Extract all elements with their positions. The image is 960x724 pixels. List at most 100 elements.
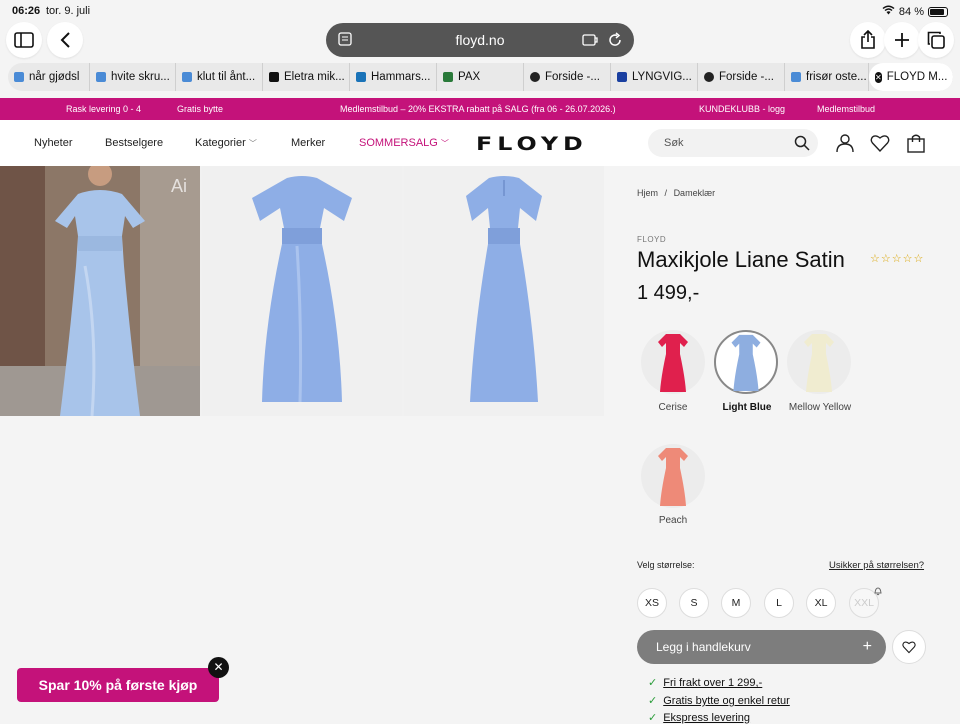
usp-item[interactable]: ✓ Fri frakt over 1 299,- <box>648 676 762 689</box>
heart-icon[interactable] <box>870 133 890 153</box>
favicon-icon <box>14 72 24 82</box>
tab-label: klut til ånt... <box>197 71 256 83</box>
breadcrumb-home[interactable]: Hjem <box>637 188 658 198</box>
tab[interactable]: Eletra mik... <box>263 63 350 91</box>
checkmark-icon: ✓ <box>648 677 658 689</box>
tab-label: Eletra mik... <box>284 71 345 83</box>
product-title: Maxikjole Liane Satin <box>637 247 845 272</box>
product-photo-back[interactable] <box>404 166 604 416</box>
breadcrumb: Hjem / Dameklær <box>637 188 715 198</box>
tab-label: FLOYD M... <box>886 71 948 83</box>
url-text: floyd.no <box>455 32 505 48</box>
tab[interactable]: LYNGVIG... <box>611 63 698 91</box>
tab-active[interactable]: ✕ FLOYD M... <box>869 63 953 91</box>
color-swatch-cerise[interactable] <box>641 330 705 394</box>
tab[interactable]: når gjødsl <box>8 63 90 91</box>
share-icon[interactable] <box>850 22 886 58</box>
back-button[interactable] <box>47 22 83 58</box>
color-swatch-light-blue[interactable] <box>714 330 778 394</box>
nav-item-label: SOMMERSALG <box>359 137 438 149</box>
address-bar[interactable]: floyd.no <box>326 23 634 57</box>
favicon-icon <box>269 72 279 82</box>
tab[interactable]: Hammars... <box>350 63 437 91</box>
model-photo[interactable]: Ai <box>0 166 200 416</box>
nav-item-merker[interactable]: Merker <box>291 137 325 149</box>
peach-dress-image <box>658 448 688 506</box>
reload-icon[interactable] <box>607 32 623 48</box>
product-photo-front[interactable] <box>202 166 402 416</box>
breadcrumb-category[interactable]: Dameklær <box>674 188 716 198</box>
product-price: 1 499,- <box>637 282 700 304</box>
account-icon[interactable] <box>835 133 855 153</box>
promo-exchange: Gratis bytte <box>177 104 224 114</box>
tab-label: frisør oste... <box>806 71 867 83</box>
add-to-cart-button[interactable]: Legg i handlekurv + <box>637 630 886 664</box>
reader-icon[interactable] <box>338 32 352 46</box>
promo-delivery: Rask levering 0 - 4 <box>66 104 142 114</box>
checkmark-icon: ✓ <box>648 695 658 707</box>
tab[interactable]: PAX <box>437 63 524 91</box>
usp-text: Ekspress levering <box>663 712 751 724</box>
close-icon[interactable]: ✕ <box>208 657 229 678</box>
chevron-down-icon: ﹀ <box>248 139 257 148</box>
size-option-m[interactable]: M <box>721 588 751 618</box>
rating-stars[interactable]: ☆☆☆☆☆ <box>870 252 924 265</box>
size-help-link[interactable]: Usikker på størrelsen? <box>829 560 924 571</box>
tab[interactable]: Forside -... <box>698 63 785 91</box>
favicon-icon <box>791 72 801 82</box>
tab[interactable]: frisør oste... <box>785 63 869 91</box>
usp-item[interactable]: ✓ Ekspress levering <box>648 711 750 724</box>
nav-item-label: Kategorier <box>195 137 246 149</box>
cart-icon[interactable] <box>906 133 926 153</box>
sidebar-toggle-icon[interactable] <box>6 22 42 58</box>
status-date: tor. 9. juli <box>46 5 91 17</box>
favicon-icon <box>96 72 106 82</box>
battery-icon <box>928 6 948 17</box>
color-label-peach[interactable]: Peach <box>628 515 718 527</box>
size-option-s[interactable]: S <box>679 588 709 618</box>
mellow-yellow-dress-image <box>804 334 834 392</box>
search-input[interactable]: Søk <box>648 129 818 157</box>
tab-label: PAX <box>458 71 481 83</box>
nav-item-bestselgere[interactable]: Bestselgere <box>105 137 163 149</box>
wishlist-button[interactable] <box>892 630 926 664</box>
promo-offer[interactable]: Medlemstilbud – 20% EKSTRA rabatt på SAL… <box>340 104 616 114</box>
browser-toolbar: floyd.no <box>0 22 960 60</box>
color-swatch-peach[interactable] <box>641 444 705 508</box>
wifi-icon <box>882 5 895 18</box>
dress-back-image <box>466 176 542 402</box>
size-option-xl[interactable]: XL <box>806 588 836 618</box>
promo-members[interactable]: Medlemstilbud <box>817 104 875 114</box>
model-dress-image <box>0 166 200 416</box>
color-swatch-mellow-yellow[interactable] <box>787 330 851 394</box>
nav-item-kategorier[interactable]: Kategorier ﹀ <box>195 137 257 149</box>
plus-icon: + <box>862 638 872 655</box>
usp-item[interactable]: ✓ Gratis bytte og enkel retur <box>648 694 790 707</box>
tab[interactable]: klut til ånt... <box>176 63 263 91</box>
tab[interactable]: Forside -... <box>524 63 611 91</box>
promo-club[interactable]: KUNDEKLUBB - logg <box>699 104 785 114</box>
size-option-xs[interactable]: XS <box>637 588 667 618</box>
color-label-mellow-yellow[interactable]: Mellow Yellow <box>775 402 865 414</box>
favicon-icon <box>182 72 192 82</box>
favicon-icon <box>530 72 540 82</box>
tab-label: når gjødsl <box>29 71 80 83</box>
nav-item-sommersalg[interactable]: SOMMERSALG ﹀ <box>359 137 449 149</box>
bell-icon[interactable] <box>873 586 883 596</box>
nav-item-nyheter[interactable]: Nyheter <box>34 137 73 149</box>
search-icon[interactable] <box>794 135 810 151</box>
new-tab-icon[interactable] <box>884 22 920 58</box>
tab[interactable]: hvite skru... <box>90 63 176 91</box>
extension-icon[interactable] <box>582 32 598 48</box>
site-logo[interactable]: FLOYD <box>476 133 588 155</box>
size-label: Velg størrelse: <box>637 560 695 570</box>
add-to-cart-label: Legg i handlekurv <box>656 640 751 654</box>
cerise-dress-image <box>658 334 688 392</box>
product-brand[interactable]: FLOYD <box>637 235 666 244</box>
tabs-overview-icon[interactable] <box>918 22 954 58</box>
search-placeholder: Søk <box>664 137 684 149</box>
close-icon[interactable]: ✕ <box>875 71 882 83</box>
tab-label: Forside -... <box>545 71 600 83</box>
size-option-l[interactable]: L <box>764 588 794 618</box>
discount-popup-button[interactable]: Spar 10% på første kjøp <box>17 668 219 702</box>
